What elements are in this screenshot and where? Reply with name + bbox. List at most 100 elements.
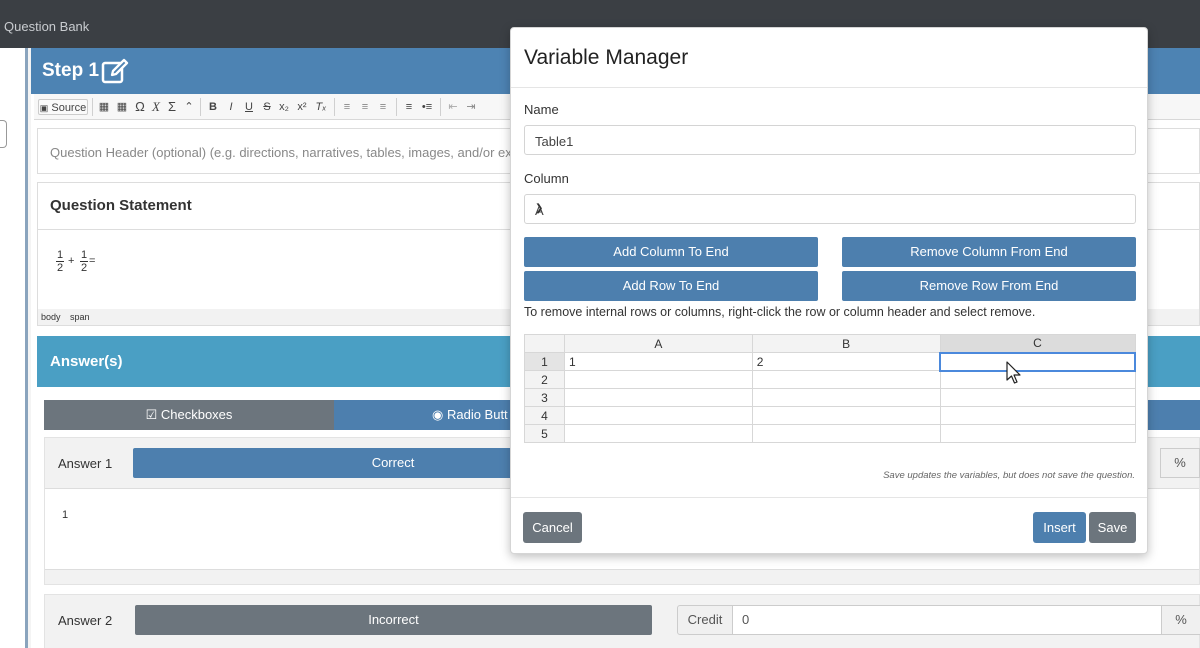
omega-icon[interactable]: Ω	[133, 99, 147, 115]
add-row-button[interactable]: Add Row To End	[524, 271, 818, 301]
column-header[interactable]: B	[751, 334, 941, 353]
image-icon[interactable]: ▦	[97, 99, 111, 115]
save-button[interactable]: Save	[1089, 512, 1136, 543]
path-span[interactable]: span	[70, 312, 90, 322]
grid-cell[interactable]	[564, 388, 753, 407]
toolbar-divider	[396, 98, 397, 116]
strikethrough-icon[interactable]: S	[260, 99, 274, 115]
grid-row: 5	[524, 424, 1136, 443]
app-window: Question Bank Step 1 ▣ Source ▦ ▦ Ω X Σ …	[0, 0, 1200, 648]
sidebar-toggle[interactable]	[0, 120, 7, 148]
percent-addon: %	[1160, 448, 1200, 478]
divider	[511, 87, 1147, 88]
remove-column-button[interactable]: Remove Column From End	[842, 237, 1136, 267]
add-column-button[interactable]: Add Column To End	[524, 237, 818, 267]
fraction: 1 2	[80, 249, 88, 274]
fraction: 1 2	[56, 249, 64, 274]
grid-cell[interactable]	[751, 370, 941, 389]
divider	[511, 497, 1147, 498]
equals-sign: =	[89, 255, 96, 267]
italic-icon[interactable]: I	[224, 99, 238, 115]
column-label: Column	[524, 171, 569, 186]
row-header[interactable]: 4	[524, 406, 565, 425]
grid-cell[interactable]: 2	[751, 352, 941, 371]
row-header[interactable]: 3	[524, 388, 565, 407]
radio-icon: ◉	[432, 407, 444, 422]
variable-grid: A B C 1 1 2 2 3 4 5	[524, 334, 1136, 443]
grid-row: 3	[524, 388, 1136, 407]
grid-cell[interactable]: 1	[564, 352, 753, 371]
checkbox-icon: ☑	[145, 407, 158, 422]
grid-row: 1 1 2	[524, 351, 1136, 372]
credit-input[interactable]: 0	[732, 605, 1162, 635]
modal-title: Variable Manager	[524, 46, 689, 69]
underline-icon[interactable]: U	[242, 99, 256, 115]
step-title: Step 1	[42, 60, 100, 81]
question-statement-title: Question Statement	[50, 197, 192, 214]
answers-title: Answer(s)	[50, 353, 123, 370]
superscript-icon[interactable]: x²	[295, 99, 309, 115]
remove-row-button[interactable]: Remove Row From End	[842, 271, 1136, 301]
toolbar-divider	[92, 98, 93, 116]
subscript-icon[interactable]: x₂	[277, 99, 291, 115]
question-header-placeholder: Question Header (optional) (e.g. directi…	[50, 145, 524, 160]
bulleted-list-icon[interactable]: •≡	[420, 99, 434, 115]
grid-cell[interactable]	[564, 370, 753, 389]
grid-cell[interactable]	[564, 406, 753, 425]
mouse-pointer-icon	[1006, 361, 1021, 384]
grid-cell[interactable]	[564, 424, 753, 443]
cancel-button[interactable]: Cancel	[523, 512, 582, 543]
outdent-icon[interactable]: ⇤	[446, 99, 460, 115]
insert-button[interactable]: Insert	[1033, 512, 1086, 543]
grid-cell[interactable]	[751, 406, 941, 425]
row-header[interactable]: 2	[524, 370, 565, 389]
align-left-icon[interactable]: ≡	[340, 99, 354, 115]
grid-header-row: A B C	[524, 334, 1136, 353]
row-header[interactable]: 1	[524, 352, 565, 371]
grid-cell[interactable]	[939, 424, 1136, 443]
grid-cell[interactable]	[939, 351, 1136, 372]
numbered-list-icon[interactable]: ≡	[402, 99, 416, 115]
left-sidebar	[0, 48, 28, 648]
name-label: Name	[524, 102, 559, 117]
incorrect-toggle-button[interactable]: Incorrect	[135, 605, 652, 635]
tab-checkboxes[interactable]: ☑ Checkboxes	[44, 400, 334, 430]
credit-label: Credit	[677, 605, 733, 635]
clear-format-icon[interactable]: Tₓ	[314, 99, 328, 115]
grid-row: 2	[524, 370, 1136, 389]
source-icon: ▣	[39, 103, 49, 113]
grid-cell[interactable]	[939, 406, 1136, 425]
grid-cell[interactable]	[751, 424, 941, 443]
row-header[interactable]: 5	[524, 424, 565, 443]
grid-cell[interactable]	[939, 388, 1136, 407]
bold-icon[interactable]: B	[206, 99, 220, 115]
answer-text: 1	[62, 509, 69, 521]
grid-cell[interactable]	[939, 370, 1136, 389]
table-icon[interactable]: ▦	[115, 99, 129, 115]
name-input[interactable]: Table1	[524, 125, 1136, 155]
grid-cell[interactable]	[751, 388, 941, 407]
math-x-icon[interactable]: X	[149, 99, 163, 115]
grid-row: 4	[524, 406, 1136, 425]
column-select[interactable]: A ❯	[524, 194, 1136, 224]
save-note: Save updates the variables, but does not…	[883, 470, 1135, 481]
grid-corner	[524, 334, 565, 353]
grid-hint-text: To remove internal rows or columns, righ…	[524, 305, 1036, 319]
answer-label: Answer 1	[58, 456, 113, 471]
path-body[interactable]: body	[41, 312, 61, 322]
indent-icon[interactable]: ⇥	[464, 99, 478, 115]
toolbar-divider	[200, 98, 201, 116]
column-header[interactable]: A	[564, 334, 753, 353]
edit-icon[interactable]	[100, 57, 130, 85]
source-button[interactable]: ▣ Source	[38, 99, 88, 115]
chemistry-icon[interactable]: ⌃	[182, 99, 196, 115]
answer-label: Answer 2	[58, 613, 113, 628]
app-title[interactable]: Question Bank	[4, 19, 89, 34]
toolbar-divider	[440, 98, 441, 116]
toolbar-divider	[334, 98, 335, 116]
plus-sign: +	[68, 255, 75, 267]
sigma-icon[interactable]: Σ	[165, 99, 179, 115]
align-center-icon[interactable]: ≡	[358, 99, 372, 115]
align-right-icon[interactable]: ≡	[376, 99, 390, 115]
column-header[interactable]: C	[939, 334, 1136, 353]
